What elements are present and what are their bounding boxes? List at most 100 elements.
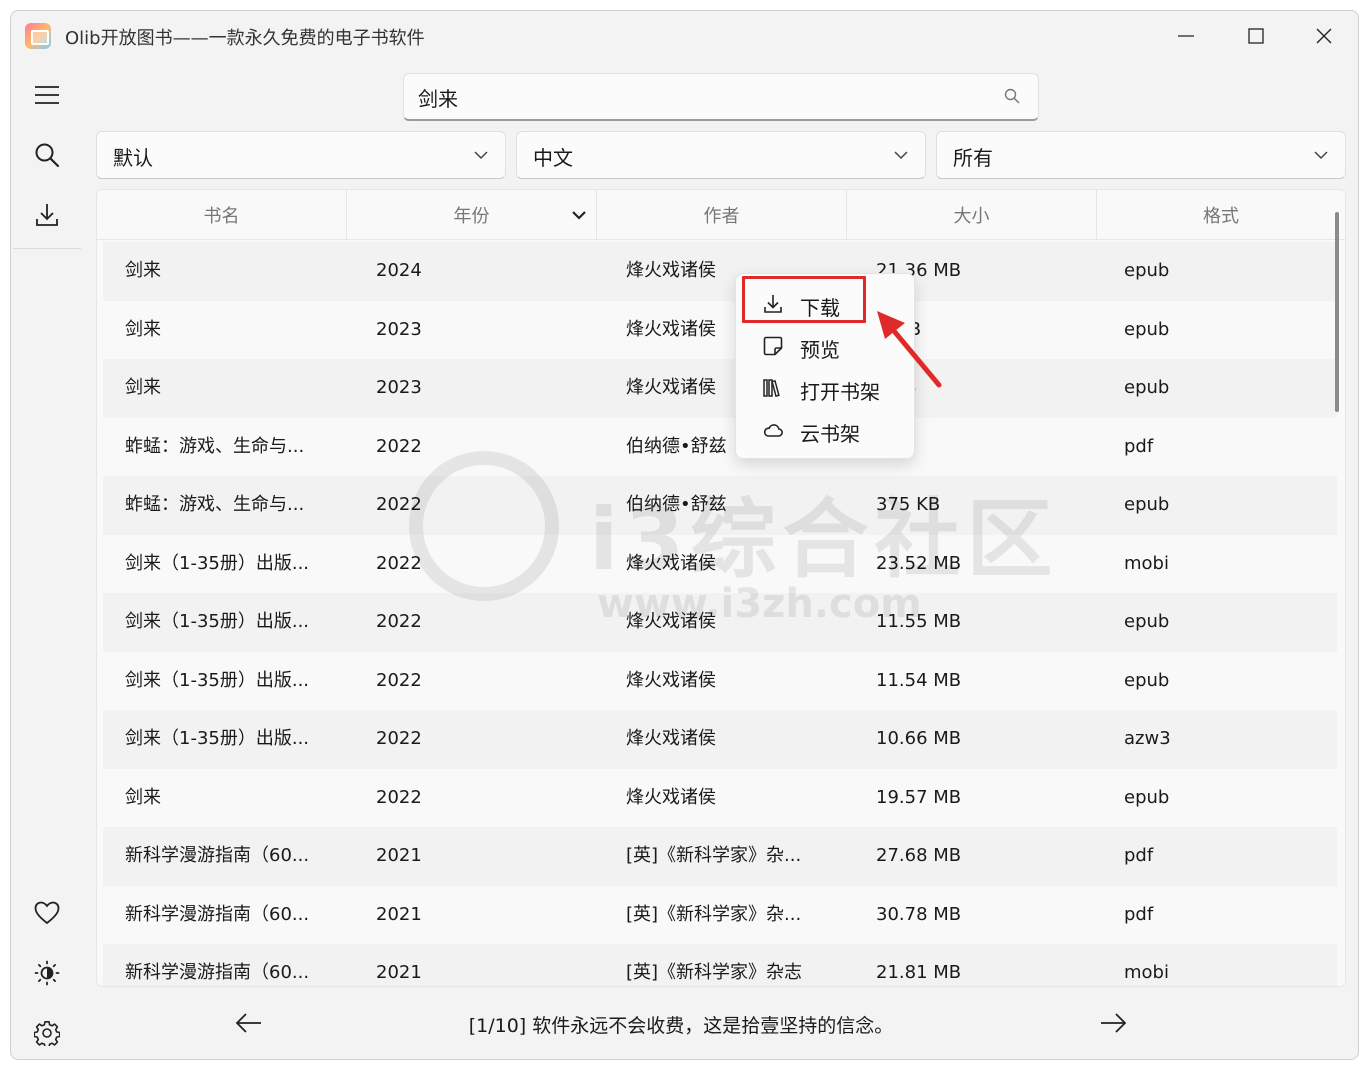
column-header-year[interactable]: 年份 bbox=[347, 190, 597, 240]
next-page-button[interactable] bbox=[1093, 1005, 1133, 1041]
format-cell: epub bbox=[1124, 318, 1170, 340]
format-cell: epub bbox=[1124, 786, 1170, 808]
size-cell: 375 KB bbox=[876, 494, 941, 515]
author-cell: [英]《新科学家》杂... bbox=[626, 903, 802, 925]
book-title-cell: 剑来（1-35册）出版... bbox=[125, 552, 310, 574]
book-title-cell: 剑来 bbox=[125, 260, 161, 281]
search-box[interactable] bbox=[403, 73, 1039, 121]
table-row[interactable]: 剑来 2024 烽火戏诸侯 21.36 MB epub bbox=[103, 242, 1337, 301]
title-bar[interactable]: Olib开放图书——一款永久免费的电子书软件 bbox=[11, 11, 1358, 59]
dropdown-selected-value: 默认 bbox=[113, 146, 153, 170]
sidebar-item-downloads[interactable] bbox=[27, 195, 67, 235]
chevron-down-icon bbox=[474, 151, 488, 160]
author-cell: 烽火戏诸侯 bbox=[626, 669, 716, 691]
download-icon bbox=[764, 295, 782, 313]
sidebar-item-search[interactable] bbox=[27, 135, 67, 175]
book-title-cell: 蚱蜢：游戏、生命与... bbox=[125, 494, 305, 515]
table-row[interactable]: 蚱蜢：游戏、生命与... 2022 伯纳德•舒兹 375 KB epub bbox=[103, 476, 1337, 535]
size-cell: 30.78 MB bbox=[876, 903, 962, 925]
year-cell: 2022 bbox=[376, 611, 422, 632]
format-cell: epub bbox=[1124, 377, 1170, 398]
previous-page-button[interactable] bbox=[229, 1005, 269, 1041]
table-row[interactable]: 剑来 2022 烽火戏诸侯 19.57 MB epub bbox=[103, 768, 1337, 827]
table-row[interactable]: 剑来（1-35册）出版... 2022 烽火戏诸侯 10.66 MB azw3 bbox=[103, 710, 1337, 769]
format-dropdown[interactable]: 所有 bbox=[936, 131, 1346, 179]
chevron-down-icon bbox=[1314, 151, 1328, 160]
year-cell: 2022 bbox=[376, 435, 422, 457]
table-row[interactable]: 新科学漫游指南（60... 2021 [英]《新科学家》杂... 30.78 MB pd… bbox=[103, 885, 1337, 944]
author-cell: 烽火戏诸侯 bbox=[626, 318, 716, 340]
search-icon[interactable] bbox=[1004, 88, 1020, 104]
sidebar bbox=[11, 59, 83, 1059]
year-cell: 2021 bbox=[376, 903, 422, 925]
table-row[interactable]: 新科学漫游指南（60... 2021 [英]《新科学家》杂志 21.81 MB mobi bbox=[103, 944, 1337, 986]
year-cell: 2022 bbox=[376, 669, 422, 691]
download-icon bbox=[36, 204, 58, 226]
table-scrollbar[interactable] bbox=[1335, 212, 1339, 412]
context-menu-item-open-shelf[interactable]: 打开书架 bbox=[742, 368, 910, 408]
chevron-down-icon bbox=[894, 151, 908, 160]
column-header-size[interactable]: 大小 bbox=[847, 190, 1097, 240]
author-cell: 伯纳德•舒兹 bbox=[626, 494, 727, 515]
minimize-icon bbox=[1178, 35, 1194, 37]
book-title-cell: 新科学漫游指南（60... bbox=[125, 903, 310, 925]
author-cell: [英]《新科学家》杂志 bbox=[626, 962, 803, 983]
settings-button[interactable] bbox=[27, 1013, 67, 1053]
sort-chevron-down-icon[interactable] bbox=[570, 207, 588, 223]
context-menu-item-cloud-shelf[interactable]: 云书架 bbox=[742, 410, 910, 450]
library-icon bbox=[763, 379, 780, 398]
year-cell: 2021 bbox=[376, 845, 422, 866]
table-row[interactable]: 剑来（1-35册）出版... 2022 烽火戏诸侯 11.54 MB epub bbox=[103, 651, 1337, 710]
context-menu-item-preview[interactable]: 预览 bbox=[742, 326, 910, 366]
results-table: 书名 年份 作者 大小 格式 剑来 2024 烽火戏诸侯 21.36 MB epub 剑来… bbox=[96, 189, 1346, 987]
close-icon bbox=[1316, 28, 1332, 44]
year-cell: 2024 bbox=[376, 260, 422, 281]
arrow-right-icon bbox=[1101, 1013, 1127, 1033]
author-cell: 烽火戏诸侯 bbox=[626, 728, 716, 749]
column-header-title[interactable]: 书名 bbox=[97, 190, 347, 240]
size-cell: 27.68 MB bbox=[876, 845, 962, 866]
book-title-cell: 剑来（1-35册）出版... bbox=[125, 728, 310, 749]
author-cell: 伯纳德•舒兹 bbox=[626, 435, 727, 457]
book-title-cell: 剑来（1-35册）出版... bbox=[125, 669, 310, 691]
format-cell: pdf bbox=[1124, 903, 1154, 925]
sort-dropdown[interactable]: 默认 bbox=[96, 131, 506, 179]
search-icon bbox=[35, 143, 60, 168]
format-cell: mobi bbox=[1124, 552, 1169, 574]
size-cell: 19.57 MB bbox=[876, 786, 962, 808]
table-row[interactable]: 剑来2023烽火戏诸侯) MBepub bbox=[103, 359, 1337, 418]
year-cell: 2022 bbox=[376, 786, 422, 808]
author-cell: 烽火戏诸侯 bbox=[626, 786, 716, 808]
author-cell: 烽火戏诸侯 bbox=[626, 552, 716, 574]
heart-icon bbox=[34, 901, 60, 925]
search-input[interactable] bbox=[418, 82, 978, 112]
table-row[interactable]: 剑来（1-35册）出版... 2022 烽火戏诸侯 23.52 MB mobi bbox=[103, 534, 1337, 593]
column-header-author[interactable]: 作者 bbox=[597, 190, 847, 240]
book-title-cell: 剑来（1-35册）出版... bbox=[125, 611, 310, 632]
arrow-left-icon bbox=[235, 1013, 261, 1033]
table-header: 书名 年份 作者 大小 格式 bbox=[97, 190, 1345, 240]
size-cell: 11.55 MB bbox=[876, 611, 962, 632]
table-row[interactable]: 新科学漫游指南（60... 2021 [英]《新科学家》杂... 27.68 MB pd… bbox=[103, 827, 1337, 886]
size-cell: 23.52 MB bbox=[876, 552, 962, 574]
table-row[interactable]: 剑来2023烽火戏诸侯9 MBepub bbox=[103, 300, 1337, 359]
format-cell: epub bbox=[1124, 260, 1170, 281]
book-title-cell: 剑来 bbox=[125, 318, 161, 340]
format-cell: epub bbox=[1124, 611, 1170, 632]
table-row[interactable]: 剑来（1-35册）出版... 2022 烽火戏诸侯 11.55 MB epub bbox=[103, 593, 1337, 652]
close-button[interactable] bbox=[1301, 19, 1347, 53]
gear-icon bbox=[34, 1021, 60, 1046]
column-header-format[interactable]: 格式 bbox=[1095, 190, 1345, 240]
format-cell: epub bbox=[1124, 494, 1170, 515]
year-cell: 2023 bbox=[376, 318, 422, 340]
theme-toggle-button[interactable] bbox=[27, 953, 67, 993]
language-dropdown[interactable]: 中文 bbox=[516, 131, 926, 179]
minimize-button[interactable] bbox=[1163, 19, 1209, 53]
year-cell: 2022 bbox=[376, 552, 422, 574]
format-cell: epub bbox=[1124, 669, 1170, 691]
menu-button[interactable] bbox=[27, 75, 67, 115]
maximize-button[interactable] bbox=[1233, 19, 1279, 53]
table-row[interactable]: 蚱蜢：游戏、生命与...2022伯纳德•舒兹MBpdf bbox=[103, 417, 1337, 476]
sidebar-item-favorites[interactable] bbox=[27, 893, 67, 933]
context-menu-item-download[interactable]: 下载 bbox=[742, 284, 910, 324]
